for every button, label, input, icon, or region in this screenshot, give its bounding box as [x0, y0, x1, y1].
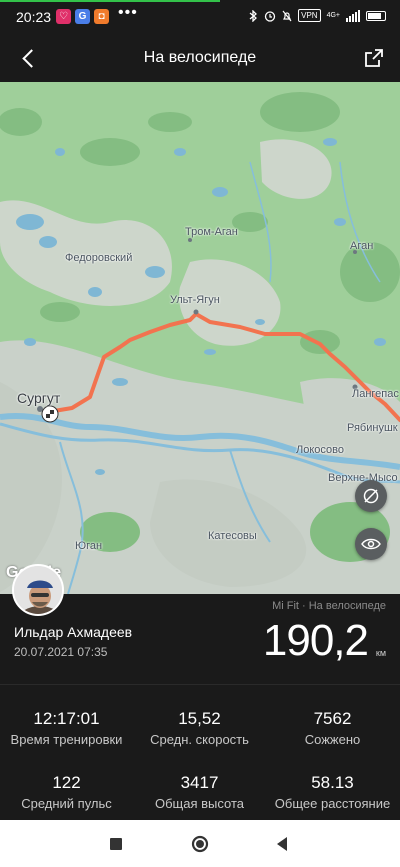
- map-label-lokosovo: Локосово: [296, 444, 344, 456]
- map-label-fedorovsky: Федоровский: [65, 252, 133, 264]
- map-canvas: [0, 82, 400, 594]
- stat-avg-heart-rate: 122 Средний пульс: [0, 773, 133, 811]
- bluetooth-icon: [249, 9, 258, 22]
- share-icon[interactable]: [362, 46, 386, 70]
- stat-value: 122: [52, 773, 81, 792]
- workout-source: Mi Fit · На велосипеде: [272, 600, 386, 612]
- stat-label: Средний пульс: [21, 796, 112, 811]
- stat-duration: 12:17:01 Время тренировки: [0, 709, 133, 747]
- stat-value: 7562: [313, 709, 352, 728]
- network-type: 4G+: [326, 12, 340, 19]
- google-icon: G: [75, 9, 90, 24]
- alarm-icon: [264, 10, 276, 22]
- back-icon[interactable]: [272, 834, 292, 854]
- stat-value: 15,52: [178, 709, 221, 728]
- recent-apps-icon[interactable]: [106, 834, 126, 854]
- notification-icons: ♡ G ◘: [56, 9, 109, 24]
- home-icon[interactable]: [190, 834, 210, 854]
- workout-summary: Ильдар Ахмадеев 20.07.2021 07:35 Mi Fit …: [0, 564, 400, 684]
- page-title: На велосипеде: [143, 49, 257, 66]
- stat-label: Время тренировки: [10, 732, 123, 747]
- stats-grid: 12:17:01 Время тренировки 15,52 Средн. с…: [0, 684, 400, 820]
- avatar[interactable]: [12, 564, 64, 616]
- app-header: На велосипеде: [0, 34, 400, 82]
- system-nav-bar: [0, 820, 400, 867]
- stat-label: Общее расстояние: [274, 796, 391, 811]
- layers-off-icon: [363, 488, 379, 504]
- user-name: Ильдар Ахмадеев: [14, 624, 133, 640]
- map-label-langepas: Лангепас: [352, 388, 399, 400]
- visibility-toggle-button[interactable]: [355, 528, 387, 560]
- stat-total-distance: 58.13 Общее расстояние: [266, 773, 399, 811]
- stat-calories: 7562 Сожжено: [266, 709, 399, 747]
- status-indicators: VPN 4G+: [248, 9, 386, 22]
- stat-label: Сожжено: [304, 732, 361, 747]
- map-label-ryabinushka: Рябинушк: [347, 422, 398, 434]
- distance-unit: км: [375, 648, 386, 658]
- status-accent-line: [0, 0, 220, 2]
- route-map[interactable]: Федоровский Тром-Аган Аган Ульт-Ягун Сур…: [0, 82, 400, 594]
- map-label-trom-agan: Тром-Аган: [185, 226, 238, 238]
- stat-value: 58.13: [311, 773, 354, 792]
- app-heart-icon: ♡: [56, 9, 71, 24]
- bell-off-icon: [282, 10, 292, 21]
- distance-value: 190,2: [262, 616, 369, 665]
- workout-date: 20.07.2021 07:35: [14, 645, 108, 659]
- more-notifications-icon: •••: [118, 4, 138, 21]
- status-time: 20:23: [16, 9, 52, 25]
- shop-icon: ◘: [94, 9, 109, 24]
- stat-value: 3417: [180, 773, 219, 792]
- stat-label: Общая высота: [154, 796, 244, 811]
- map-label-ult-yagun: Ульт-Ягун: [170, 294, 220, 306]
- eye-icon: [361, 538, 381, 550]
- stat-avg-speed: 15,52 Средн. скорость: [133, 709, 266, 747]
- status-bar: 20:23 ♡ G ◘ ••• VPN 4G+: [0, 0, 400, 34]
- map-label-agan: Аган: [350, 240, 374, 252]
- vpn-badge: VPN: [298, 9, 321, 22]
- map-label-yugan: Юган: [75, 540, 103, 552]
- stat-label: Средн. скорость: [150, 732, 249, 747]
- user-avatar-image: [14, 566, 62, 614]
- map-label-katesovy: Катесовы: [208, 530, 257, 542]
- stat-total-elevation: 3417 Общая высота: [133, 773, 266, 811]
- map-label-surgut: Сургут: [17, 390, 61, 406]
- battery-icon: [366, 10, 386, 21]
- signal-icon: [346, 9, 360, 22]
- stat-value: 12:17:01: [33, 709, 100, 728]
- layers-toggle-button[interactable]: [355, 480, 387, 512]
